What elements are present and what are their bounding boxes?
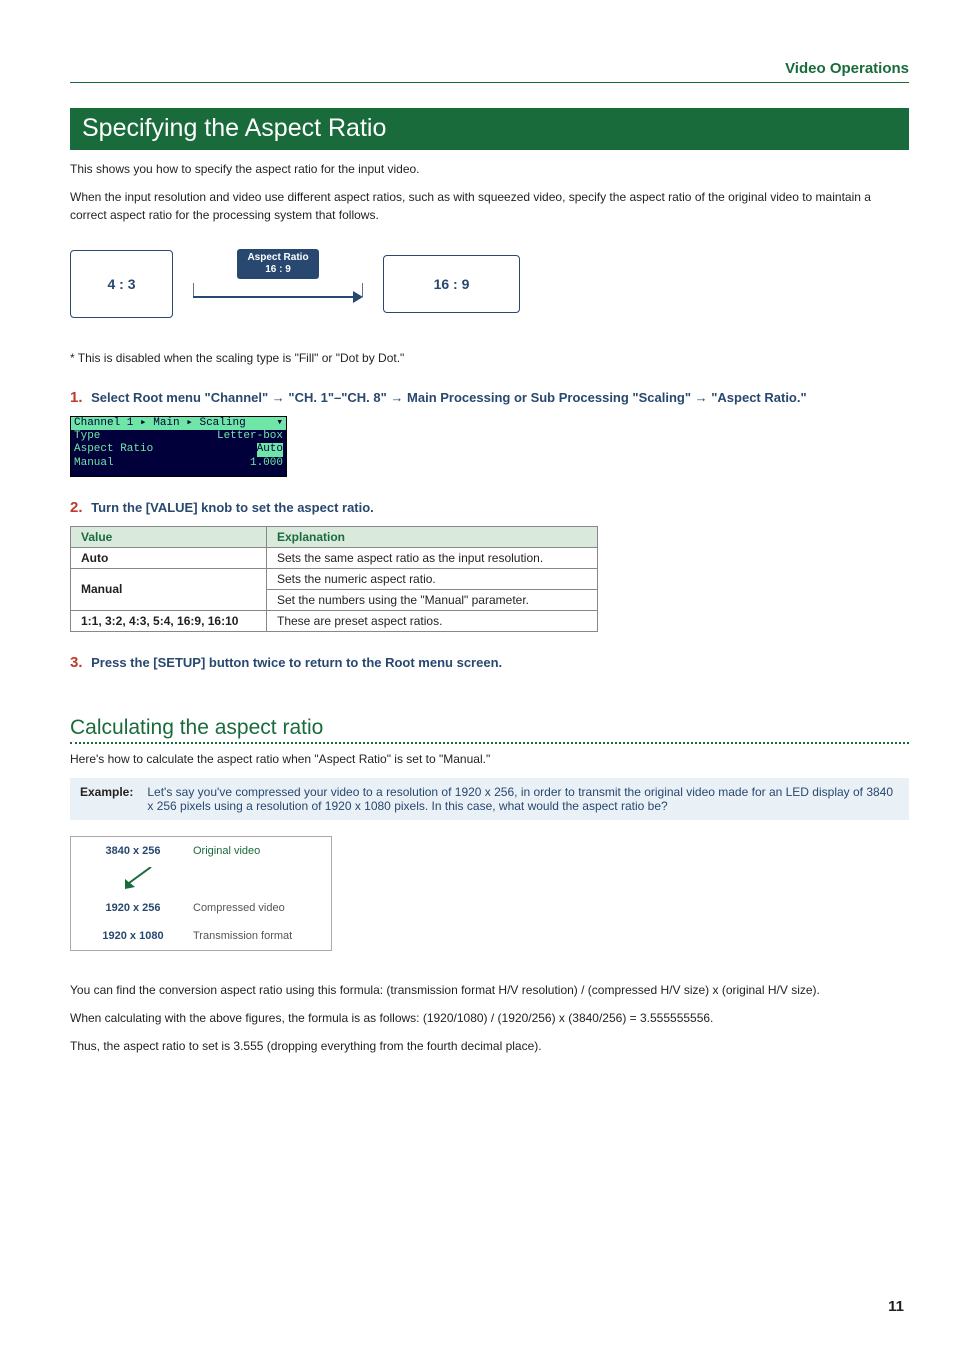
- menu-row-type-val: Letter-box: [217, 430, 283, 443]
- menu-row-aspect-key: Aspect Ratio: [74, 443, 153, 456]
- diagram-left-box: 4 : 3: [70, 250, 173, 318]
- cell-manual-desc-2: Set the numbers using the "Manual" param…: [267, 589, 598, 610]
- step-1: 1. Select Root menu "Channel" → "CH. 1"–…: [70, 389, 909, 406]
- calc-line-1: You can find the conversion aspect ratio…: [70, 981, 909, 999]
- step-2-number: 2.: [70, 499, 83, 516]
- diag2-original-res: 3840 x 256: [83, 845, 183, 857]
- page-title: Specifying the Aspect Ratio: [70, 108, 909, 150]
- cell-presets-desc: These are preset aspect ratios.: [267, 610, 598, 631]
- diag2-arrow: [71, 865, 331, 894]
- diag2-row: 1920 x 1080 Transmission format: [71, 922, 331, 950]
- cell-presets: 1:1, 3:2, 4:3, 5:4, 16:9, 16:10: [71, 610, 267, 631]
- disabled-note: * This is disabled when the scaling type…: [70, 349, 909, 367]
- section-header: Video Operations: [70, 60, 909, 77]
- menu-row-aspect-val: Auto: [257, 443, 283, 456]
- step-1-number: 1.: [70, 389, 83, 406]
- diag2-transmission-cap: Transmission format: [193, 930, 319, 942]
- cell-manual: Manual: [71, 568, 267, 610]
- col-explanation: Explanation: [267, 526, 598, 547]
- arrow-icon: →: [390, 390, 407, 405]
- diag2-transmission-res: 1920 x 1080: [83, 930, 183, 942]
- header-rule: [70, 82, 909, 83]
- diagram-arrow-block: Aspect Ratio 16 : 9: [193, 249, 363, 319]
- example-label: Example:: [80, 785, 133, 813]
- down-arrow-icon: [121, 867, 161, 889]
- intro-line-2: When the input resolution and video use …: [70, 188, 909, 224]
- diagram-label: Aspect Ratio 16 : 9: [237, 249, 318, 279]
- menu-row-type-key: Type: [74, 430, 100, 443]
- right-arrow-icon: [193, 283, 363, 311]
- cell-auto-desc: Sets the same aspect ratio as the input …: [267, 547, 598, 568]
- menu-row-manual-val: 1.000: [250, 457, 283, 470]
- step-1-seg3: Main Processing or Sub Processing "Scali…: [407, 390, 691, 405]
- scroll-indicator-icon: ▾: [276, 417, 283, 430]
- step-3-text: Press the [SETUP] button twice to return…: [91, 655, 502, 670]
- calc-line-2: When calculating with the above figures,…: [70, 1009, 909, 1027]
- step-3-number: 3.: [70, 654, 83, 671]
- diag2-original-cap: Original video: [193, 845, 319, 857]
- menu-breadcrumb: Channel 1 ▸ Main ▸ Scaling: [74, 417, 246, 430]
- step-3: 3. Press the [SETUP] button twice to ret…: [70, 654, 909, 671]
- diag2-compressed-cap: Compressed video: [193, 902, 319, 914]
- diag2-compressed-res: 1920 x 256: [83, 902, 183, 914]
- resolution-diagram: 3840 x 256 Original video 1920 x 256 Com…: [70, 836, 332, 951]
- page-number: 11: [888, 1298, 904, 1315]
- cell-auto: Auto: [71, 547, 267, 568]
- value-table: Value Explanation Auto Sets the same asp…: [70, 526, 598, 632]
- aspect-ratio-diagram: 4 : 3 Aspect Ratio 16 : 9 16 : 9: [70, 249, 909, 319]
- sub-intro: Here's how to calculate the aspect ratio…: [70, 750, 909, 768]
- step-1-seg2: "CH. 1"–"CH. 8": [288, 390, 386, 405]
- sub-heading: Calculating the aspect ratio: [70, 716, 909, 740]
- diag2-row: 3840 x 256 Original video: [71, 837, 331, 865]
- diagram-right-box: 16 : 9: [383, 255, 520, 313]
- table-header: Value Explanation: [71, 526, 598, 547]
- diagram-label-ratio: 16 : 9: [265, 264, 291, 275]
- step-1-seg4: "Aspect Ratio.": [711, 390, 806, 405]
- step-1-seg1: Select Root menu "Channel": [91, 390, 268, 405]
- step-2-text: Turn the [VALUE] knob to set the aspect …: [91, 500, 374, 515]
- diagram-label-title: Aspect Ratio: [247, 252, 308, 263]
- intro-line-1: This shows you how to specify the aspect…: [70, 160, 909, 178]
- table-row: 1:1, 3:2, 4:3, 5:4, 16:9, 16:10 These ar…: [71, 610, 598, 631]
- arrow-icon: →: [695, 390, 712, 405]
- calc-line-3: Thus, the aspect ratio to set is 3.555 (…: [70, 1037, 909, 1055]
- diag2-row: 1920 x 256 Compressed video: [71, 894, 331, 922]
- menu-row-manual-key: Manual: [74, 457, 114, 470]
- table-row: Manual Sets the numeric aspect ratio.: [71, 568, 598, 589]
- menu-screenshot: Channel 1 ▸ Main ▸ Scaling ▾ Type Letter-b…: [70, 416, 287, 477]
- arrow-icon: →: [272, 390, 289, 405]
- example-text: Let's say you've compressed your video t…: [147, 785, 899, 813]
- cell-manual-desc-1: Sets the numeric aspect ratio.: [267, 568, 598, 589]
- table-row: Auto Sets the same aspect ratio as the i…: [71, 547, 598, 568]
- document-page: Video Operations Specifying the Aspect R…: [0, 0, 954, 1350]
- step-2: 2. Turn the [VALUE] knob to set the aspe…: [70, 499, 909, 516]
- example-box: Example: Let's say you've compressed you…: [70, 778, 909, 820]
- col-value: Value: [71, 526, 267, 547]
- dotted-rule: [70, 742, 909, 744]
